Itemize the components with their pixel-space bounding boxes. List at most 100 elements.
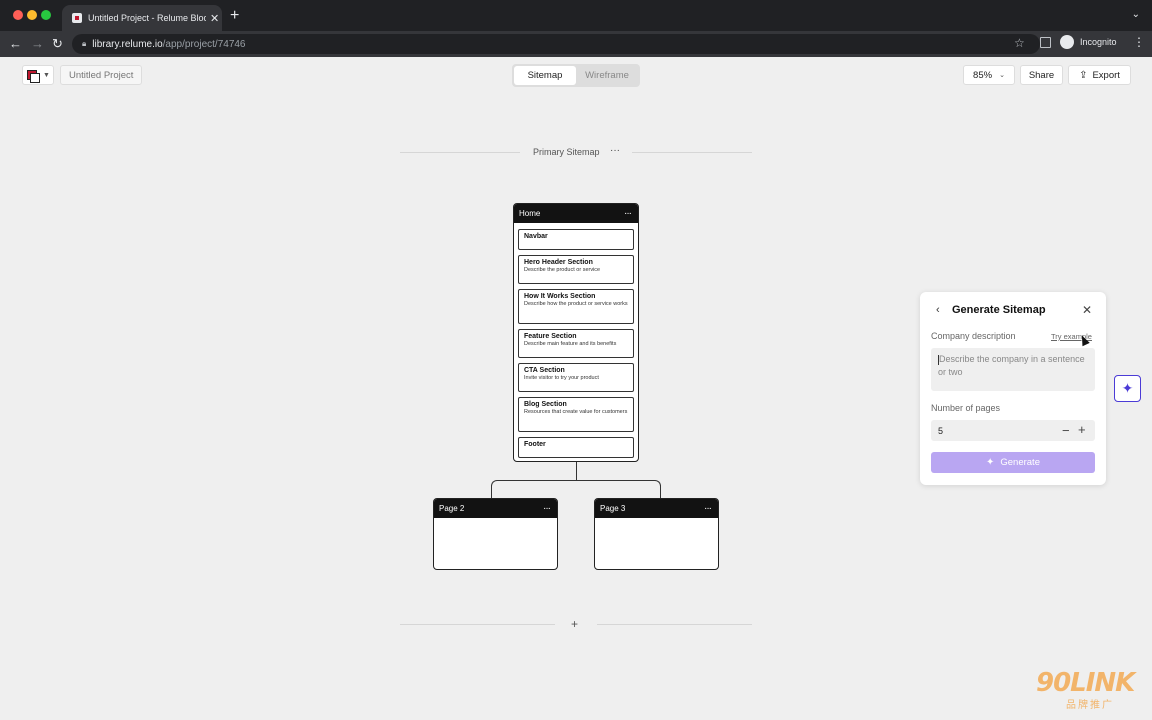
more-options-icon[interactable]: ···	[624, 208, 632, 219]
pages-value: 5	[938, 425, 944, 436]
number-of-pages-stepper[interactable]: 5	[931, 420, 1095, 441]
url-host: library.relume.io	[92, 38, 163, 50]
page-card-header: Page 2 ···	[434, 499, 557, 518]
project-name-field[interactable]: Untitled Project	[60, 65, 143, 85]
divider	[400, 152, 520, 153]
section-card[interactable]: How It Works Section Describe how the pr…	[518, 289, 634, 324]
section-card[interactable]: Footer	[518, 437, 634, 458]
more-options-icon[interactable]: ···	[543, 503, 551, 514]
increment-icon[interactable]: +	[1078, 422, 1086, 437]
bookmark-star-icon[interactable]: ☆	[1014, 36, 1025, 50]
incognito-label: Incognito	[1080, 37, 1117, 47]
tree-connector	[576, 462, 577, 480]
panel-title: Generate Sitemap	[952, 304, 1046, 316]
section-description: Invite visitor to try your product	[524, 375, 599, 381]
section-description: Describe the product or service	[524, 267, 601, 273]
section-title: Hero Header Section	[524, 259, 593, 266]
company-description-placeholder: Describe the company in a sentence or tw…	[938, 354, 1085, 378]
tab-title: Untitled Project - Relume Blocks	[88, 13, 206, 23]
upload-icon: ⇪	[1079, 69, 1088, 81]
page-name[interactable]: Page 3	[600, 504, 625, 513]
sitemap-title[interactable]: Primary Sitemap	[533, 147, 600, 157]
browser-addressbar: ← → ↻ 🔒︎ library.relume.io/app/project/7…	[0, 31, 1152, 57]
zoom-dropdown[interactable]: 85% ⌄	[963, 65, 1015, 85]
page-card-page-3[interactable]: Page 3 ···	[594, 498, 719, 570]
chevron-down-icon: ⌄	[999, 72, 1005, 79]
section-description: Describe main feature and its benefits	[524, 341, 617, 347]
page-card-header: Page 3 ···	[595, 499, 718, 518]
tab-search-icon[interactable]: ⌄	[1132, 9, 1140, 20]
reload-icon[interactable]: ↻	[52, 36, 63, 52]
decrement-icon[interactable]: −	[1062, 423, 1070, 438]
section-description: Resources that create value for customer…	[524, 409, 628, 415]
divider	[400, 624, 555, 625]
section-title: Feature Section	[524, 333, 577, 340]
more-options-icon[interactable]: ···	[610, 145, 620, 156]
tree-connector	[652, 480, 661, 498]
section-title: Navbar	[524, 233, 548, 240]
ai-sparkle-button[interactable]: ✦	[1114, 375, 1141, 402]
generate-button[interactable]: ✦ Generate	[931, 452, 1095, 473]
section-description: Describe how the product or service work…	[524, 301, 628, 307]
new-tab-icon[interactable]: +	[230, 7, 239, 25]
incognito-badge[interactable]: Incognito	[1060, 35, 1117, 49]
tab-wireframe[interactable]: Wireframe	[576, 66, 638, 85]
export-label: Export	[1092, 69, 1120, 81]
section-card[interactable]: Hero Header Section Describe the product…	[518, 255, 634, 284]
section-title: CTA Section	[524, 367, 565, 374]
url-path: /app/project/74746	[162, 38, 246, 50]
sparkle-icon: ✦	[985, 457, 995, 468]
page-name[interactable]: Page 2	[439, 504, 464, 513]
section-title: Footer	[524, 441, 546, 448]
back-chevron-icon[interactable]: ‹	[936, 304, 940, 316]
side-panel-icon[interactable]	[1040, 37, 1051, 48]
export-button[interactable]: ⇪ Export	[1068, 65, 1131, 85]
browser-tabbar: Untitled Project - Relume Blocks ✕ + ⌄	[0, 0, 1152, 31]
chevron-down-icon: ▼	[43, 71, 50, 79]
section-card[interactable]: CTA Section Invite visitor to try your p…	[518, 363, 634, 392]
watermark-sub: 品牌推广	[1066, 700, 1114, 711]
relume-favicon-icon	[72, 13, 82, 23]
maximize-window-icon[interactable]	[41, 10, 51, 20]
back-arrow-icon[interactable]: ←	[9, 36, 22, 51]
relume-logo-icon	[27, 70, 40, 83]
divider	[632, 152, 752, 153]
page-card-home[interactable]: Home ··· Navbar Hero Header Section Desc…	[513, 203, 639, 462]
forward-arrow-icon[interactable]: →	[31, 36, 44, 51]
section-title: How It Works Section	[524, 293, 596, 300]
app-logo-menu-button[interactable]: ▼	[22, 65, 54, 85]
add-sitemap-row: +	[400, 617, 752, 631]
view-switcher: Sitemap Wireframe	[512, 64, 640, 87]
company-description-label: Company description	[931, 331, 1016, 341]
minimize-window-icon[interactable]	[27, 10, 37, 20]
number-of-pages-label: Number of pages	[931, 403, 1001, 413]
page-card-page-2[interactable]: Page 2 ···	[433, 498, 558, 570]
sitemap-header: Primary Sitemap ···	[400, 145, 752, 159]
url-field[interactable]: 🔒︎ library.relume.io/app/project/74746	[72, 34, 1040, 54]
tree-connector	[491, 480, 500, 498]
tree-connector	[499, 480, 653, 481]
section-card[interactable]: Navbar	[518, 229, 634, 250]
watermark-logo: 90LINK 品牌推广	[1036, 668, 1140, 712]
section-card[interactable]: Feature Section Describe main feature an…	[518, 329, 634, 358]
browser-menu-icon[interactable]: ⋮	[1133, 35, 1145, 49]
browser-tab[interactable]: Untitled Project - Relume Blocks ✕	[62, 5, 222, 31]
divider	[597, 624, 752, 625]
tab-sitemap[interactable]: Sitemap	[514, 66, 576, 85]
sparkle-icon: ✦	[1121, 380, 1134, 396]
incognito-icon	[1060, 35, 1074, 49]
section-card[interactable]: Blog Section Resources that create value…	[518, 397, 634, 432]
share-button[interactable]: Share	[1020, 65, 1063, 85]
company-description-input[interactable]: Describe the company in a sentence or tw…	[931, 348, 1095, 391]
lock-icon: 🔒︎	[82, 39, 87, 48]
add-sitemap-icon[interactable]: +	[571, 617, 578, 631]
more-options-icon[interactable]: ···	[704, 503, 712, 514]
generate-label: Generate	[1000, 457, 1040, 468]
zoom-value: 85%	[973, 69, 993, 81]
close-window-icon[interactable]	[13, 10, 23, 20]
page-name[interactable]: Home	[519, 209, 540, 218]
tab-close-icon[interactable]: ✕	[210, 12, 219, 25]
close-icon[interactable]: ✕	[1082, 303, 1092, 317]
generate-sitemap-panel: ‹ Generate Sitemap ✕ Company description…	[920, 292, 1106, 485]
page-card-header: Home ···	[514, 204, 638, 223]
